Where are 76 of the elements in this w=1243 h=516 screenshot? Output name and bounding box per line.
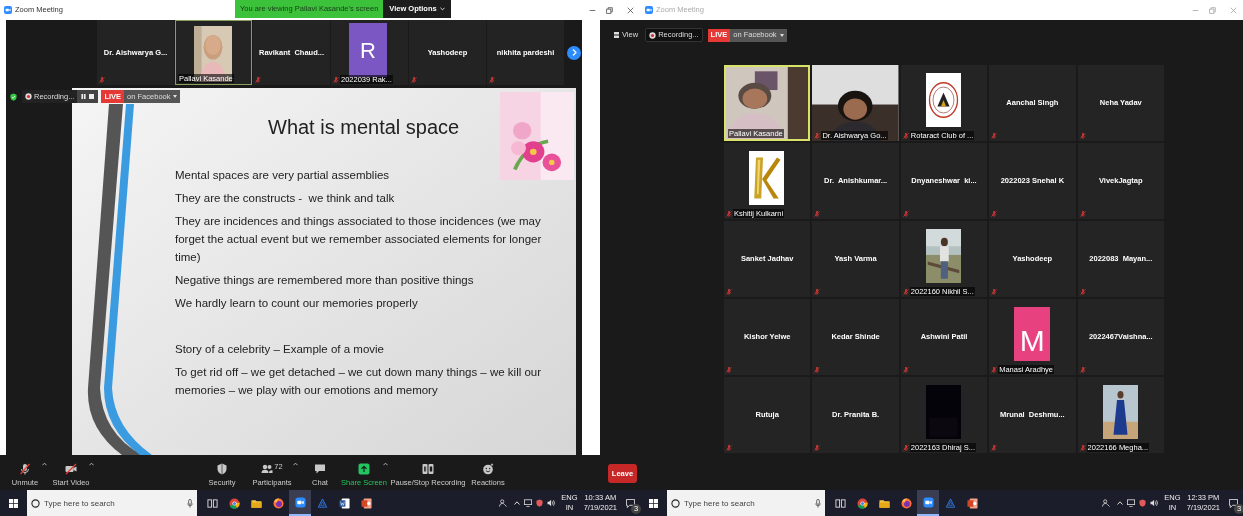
video-camera-icon <box>922 496 934 508</box>
caret-up-icon[interactable] <box>89 462 94 466</box>
message-icon <box>1229 498 1238 508</box>
slide-bullet: Negative things are remembered more than positive things <box>175 273 475 288</box>
microphone-icon[interactable] <box>187 498 193 508</box>
task-view-icon <box>834 497 846 509</box>
task-view-icon <box>206 497 218 509</box>
document-icon <box>338 497 350 509</box>
pause-stop-icon <box>422 462 434 475</box>
flame-globe-icon <box>272 497 284 509</box>
stop-icon[interactable] <box>89 94 95 99</box>
search-bar[interactable]: Type here to search <box>27 490 197 516</box>
video-camera-icon <box>645 6 653 14</box>
shield-icon[interactable] <box>536 499 544 507</box>
video-camera-icon <box>294 496 306 508</box>
caret-up-icon[interactable] <box>293 462 298 466</box>
search-bar[interactable]: Type here to search <box>667 490 825 516</box>
chevron-right-icon <box>571 49 577 56</box>
caret-up-icon[interactable] <box>514 501 521 505</box>
slide-bullet: Story of a celebrity – Example of a movie <box>175 342 385 357</box>
flame-globe-icon <box>900 497 912 509</box>
search-icon <box>671 498 680 508</box>
microphone-icon[interactable] <box>815 498 821 508</box>
slide-bullet: To get rid off – we get detached – we cut down many things – we kill our memories – we play with our emotions and memory <box>175 365 543 398</box>
caret-up-icon[interactable] <box>383 462 388 466</box>
shield-icon[interactable] <box>1139 499 1147 507</box>
caret-down-icon <box>779 33 784 37</box>
share-screen-icon <box>358 462 370 475</box>
person-icon[interactable] <box>1102 499 1111 507</box>
smiley-icon <box>482 462 494 475</box>
person-icon[interactable] <box>499 499 508 507</box>
caret-up-icon[interactable] <box>42 462 47 466</box>
muted-camera-icon <box>65 462 77 475</box>
browser-icon <box>228 497 240 509</box>
folder-icon <box>878 497 890 509</box>
close-icon[interactable] <box>627 6 634 14</box>
search-field[interactable]: Type here to search <box>684 496 811 510</box>
grid-icon <box>614 32 619 38</box>
shield-icon <box>216 462 228 475</box>
caret-down-icon <box>173 95 178 98</box>
avatar: R <box>349 23 387 77</box>
slides-icon <box>360 497 372 509</box>
search-icon <box>31 498 40 508</box>
shield-icon <box>10 92 17 101</box>
caret-up-icon[interactable] <box>1117 501 1124 505</box>
avatar: M <box>1014 307 1051 361</box>
triangle-icon <box>316 497 328 509</box>
recording-icon <box>649 31 657 39</box>
muted-microphone-icon <box>19 462 31 475</box>
slide-bullet: They are incidences and things associated to those incidences (we may forget the actual event but we remember associated elements for longer time) <box>175 214 543 265</box>
next-page-button[interactable] <box>567 45 581 60</box>
network-icon[interactable] <box>1127 499 1136 507</box>
windows-icon <box>649 498 658 508</box>
slide-bullet: They are the constructs - we think and talk <box>175 191 396 206</box>
windows-icon <box>9 498 18 508</box>
slide-bullet: We hardly learn to count our memories properly <box>175 296 419 311</box>
chevron-down-icon <box>439 7 445 11</box>
recording-icon <box>25 93 32 100</box>
taskbar-app-button[interactable] <box>917 490 939 516</box>
search-field[interactable]: Type here to search <box>44 496 183 510</box>
pause-icon[interactable] <box>81 94 87 99</box>
slide-bullet: Mental spaces are very partial assemblies <box>175 168 391 183</box>
slides-icon <box>966 497 978 509</box>
restore-icon[interactable] <box>606 6 613 14</box>
chat-bubble-icon <box>314 462 326 475</box>
message-icon <box>626 498 635 508</box>
triangle-icon <box>944 497 956 509</box>
speaker-icon[interactable] <box>547 499 557 507</box>
network-icon[interactable] <box>524 499 533 507</box>
speaker-icon[interactable] <box>1150 499 1160 507</box>
slide-title: What is mental space <box>268 115 460 140</box>
people-icon <box>261 462 274 475</box>
video-camera-icon <box>4 6 12 14</box>
folder-icon <box>250 497 262 509</box>
taskbar-app-button[interactable] <box>289 490 311 516</box>
browser-icon <box>856 497 868 509</box>
